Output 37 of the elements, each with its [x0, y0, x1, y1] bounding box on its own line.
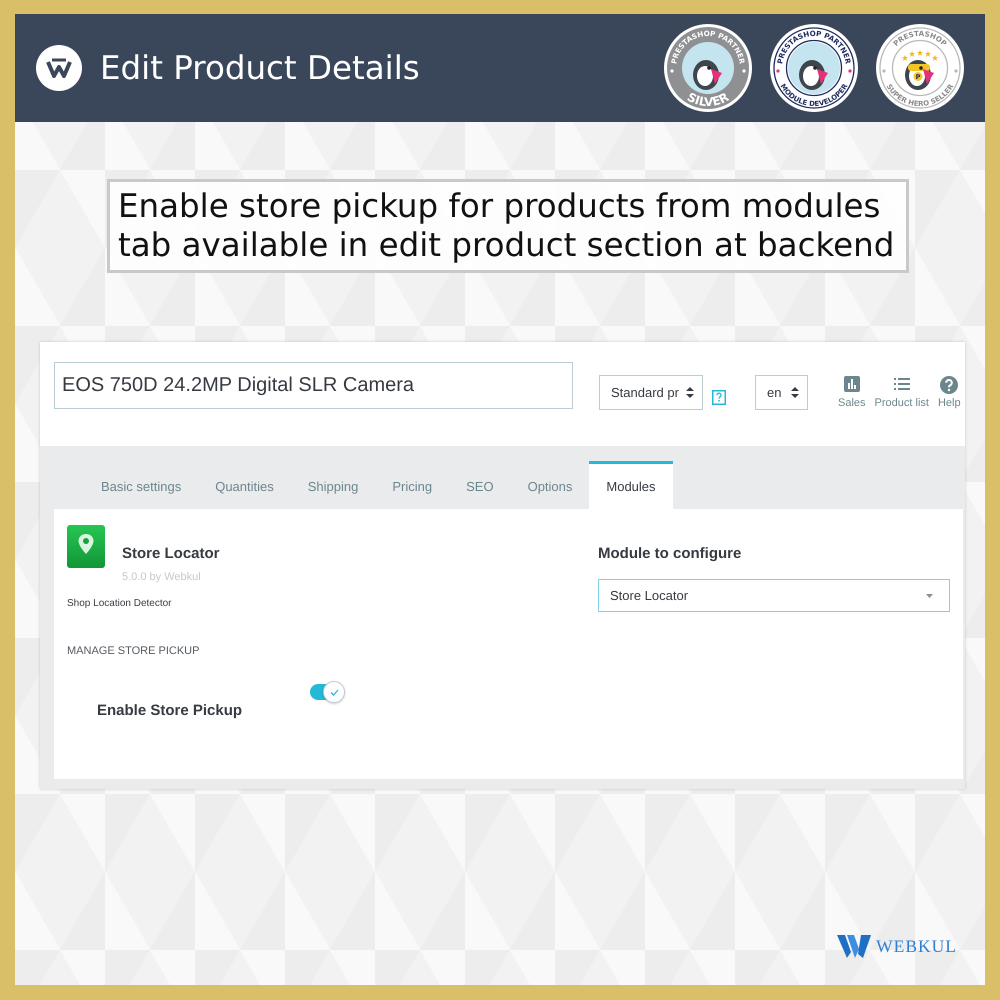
product-name-field[interactable]: EOS 750D 24.2MP Digital SLR Camera — [54, 362, 573, 409]
toolbar-button[interactable]: Sales — [838, 376, 866, 409]
product-type-select[interactable]: Standard pr — [599, 375, 703, 410]
tab[interactable]: SEO — [449, 461, 511, 509]
sort-caret-icon — [791, 387, 799, 398]
tab[interactable]: Pricing — [375, 461, 450, 509]
module-name: Store Locator — [122, 544, 220, 564]
sort-caret-icon — [686, 387, 694, 398]
bar-chart-icon — [844, 376, 860, 392]
list-icon — [894, 376, 910, 392]
caption-text: Enable store pickup for products from modules tab available in edit product section at backend — [107, 179, 909, 273]
tab[interactable]: Shipping — [290, 461, 376, 509]
tab[interactable]: Quantities — [198, 461, 291, 509]
tab[interactable]: Modules — [589, 461, 673, 509]
star-icon — [917, 50, 923, 56]
logo-icon — [36, 45, 82, 91]
setting-label: Enable Store Pickup — [97, 701, 242, 721]
check-icon — [330, 688, 338, 696]
page-title: Edit Product Details — [100, 49, 420, 87]
module-description: Shop Location Detector — [67, 598, 172, 610]
map-pin-icon — [67, 525, 105, 568]
language-select[interactable]: en — [755, 375, 808, 410]
logo-icon — [837, 935, 872, 958]
toolbar-button[interactable]: Help — [938, 376, 961, 409]
caret-icon — [926, 594, 933, 598]
brand-name: WEBKUL — [876, 936, 957, 957]
section-heading: MANAGE STORE PICKUP — [67, 644, 200, 659]
badge-text: SILVER — [684, 90, 732, 110]
tab[interactable]: Options — [510, 461, 590, 509]
help-icon — [940, 376, 958, 394]
module-select[interactable]: Store Locator — [598, 579, 950, 612]
toolbar-button[interactable]: Product list — [874, 376, 929, 409]
configure-heading: Module to configure — [598, 544, 742, 564]
toggle-switch[interactable] — [310, 681, 345, 703]
help-icon[interactable] — [712, 390, 726, 405]
tab[interactable]: Basic settings — [84, 461, 198, 509]
module-version: 5.0.0 by Webkul — [122, 570, 201, 584]
